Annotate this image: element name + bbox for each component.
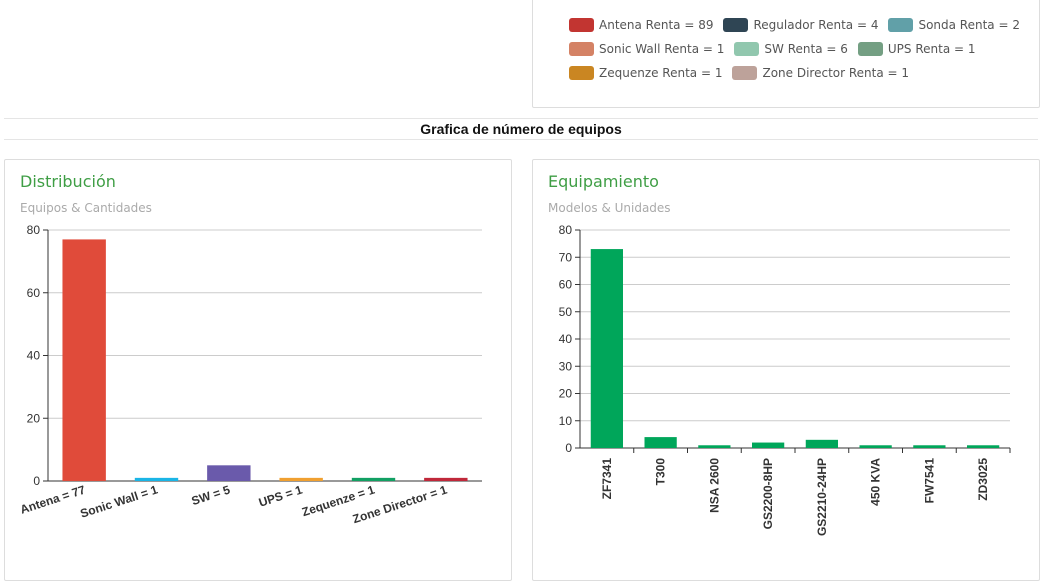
x-tick-label: ZF7341 [600,458,614,500]
bar [644,437,677,448]
y-tick-label: 0 [33,474,40,488]
x-tick-label: 450 KVA [869,458,883,506]
bar [698,445,731,448]
y-tick-label: 70 [559,250,573,264]
x-tick-label: NSA 2600 [707,458,721,513]
y-tick-label: 50 [559,305,573,319]
bar [967,445,1000,448]
bar [590,249,623,448]
bar [279,477,323,481]
x-tick-label: ZD3025 [976,458,990,501]
y-tick-label: 80 [559,223,573,237]
y-tick-label: 20 [27,411,41,425]
bar [134,477,179,481]
y-tick-label: 60 [27,286,41,300]
x-tick-label: T300 [654,458,668,486]
bar [207,465,251,481]
y-tick-label: 10 [559,414,573,428]
y-tick-label: 20 [559,387,573,401]
y-tick-label: 40 [559,332,573,346]
bar [752,442,785,448]
y-tick-label: 0 [565,441,572,455]
x-tick-label: FW7541 [922,458,936,504]
bar [351,477,396,481]
x-tick-label: GS2200-8HP [761,458,775,529]
x-tick-label: UPS = 1 [257,482,304,509]
x-tick-label: Antena = 77 [18,482,87,516]
y-tick-label: 40 [27,349,41,363]
x-tick-label: GS2210-24HP [815,458,829,536]
x-tick-label: Sonic Wall = 1 [78,482,159,520]
x-tick-label: SW = 5 [190,482,232,508]
bar [913,445,946,448]
distribution-bar-chart: 0 20 40 60 80 Antena = 77Sonic Wall = 1 SW = 5… [18,223,482,526]
bar [62,239,106,481]
bar [424,477,468,481]
y-tick-label: 30 [559,359,573,373]
bar [805,439,838,448]
equipment-bar-chart: 0 10 20 30 40 50 60 70 80 ZF7341 T300 NSA 2600 GS220… [559,223,1011,536]
bar [859,445,892,448]
y-tick-label: 60 [559,278,573,292]
y-tick-label: 80 [27,223,41,237]
